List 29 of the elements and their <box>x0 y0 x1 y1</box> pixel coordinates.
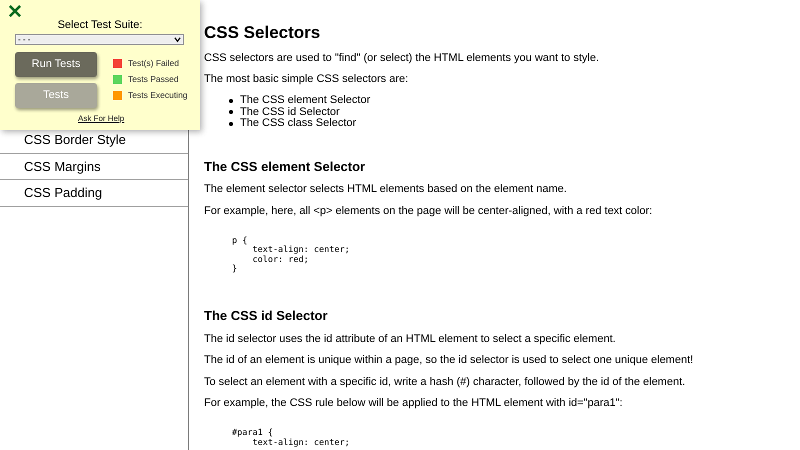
suite-select[interactable]: - - - <box>15 34 184 45</box>
bullet-icon <box>229 122 233 126</box>
sidebar-link[interactable]: CSS Margins <box>0 154 188 180</box>
list-item: The CSS element Selector <box>240 95 370 106</box>
paragraph: The element selector selects HTML elements based on the element name. <box>204 183 568 196</box>
page-heading: CSS Selectors <box>204 23 322 43</box>
code-text: #para1 { text-align: center; <box>232 429 350 448</box>
list-item: The CSS class Selector <box>240 118 356 130</box>
section-heading: The CSS element Selector <box>204 158 366 174</box>
chevron-icon <box>174 36 181 43</box>
test-button[interactable]: Run Tests <box>15 52 97 77</box>
paragraph: CSS selectors are used to "find" (or select) the HTML elements you want to style. <box>204 52 600 64</box>
section-heading: The CSS id Selector <box>204 308 329 324</box>
legend-label: Tests Executing <box>128 89 188 102</box>
paragraph: For example, the CSS rule below will be applied to the HTML element with id="para1": <box>204 397 624 410</box>
paragraph: The id selector uses the id attribute of an HTML element to select a specific element. <box>204 332 617 346</box>
bullet-icon <box>229 98 233 103</box>
bullet-icon <box>229 110 233 114</box>
legend-label: Tests Passed <box>128 73 179 86</box>
list-item: The CSS id Selector <box>240 106 340 118</box>
legend-label: Test(s) Failed <box>128 57 180 70</box>
close-button[interactable]: ✕ <box>7 3 23 22</box>
help-link[interactable]: Ask For Help <box>78 113 124 125</box>
paragraph: The most basic simple CSS selectors are: <box>204 73 410 86</box>
paragraph: For example, here, all <p> elements on the page will be center-aligned, with a red text color: <box>204 204 654 218</box>
panel-title: Select Test Suite: <box>56 18 144 33</box>
code-text: p { text-align: center; color: red; } <box>232 236 350 274</box>
paragraph: The id of an element is unique within a page, so the id selector is used to select one unique element! <box>204 354 694 367</box>
paragraph: To select an element with a specific id, write a hash (#) character, followed by the id of the element. <box>204 376 686 388</box>
